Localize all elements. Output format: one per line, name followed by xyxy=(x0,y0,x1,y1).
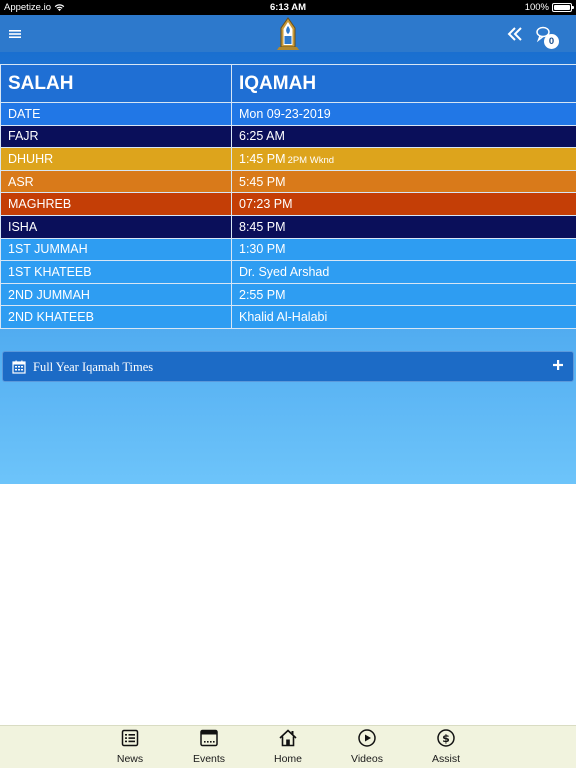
nav-bar: 0 xyxy=(0,15,576,52)
salah-name-cell: 1ST KHATEEB xyxy=(0,260,232,284)
tab-events[interactable]: Events xyxy=(181,726,237,768)
iqamah-time: 1:45 PM xyxy=(239,151,286,166)
table-row: 2ND JUMMAH 2:55 PM xyxy=(0,282,576,307)
iqamah-value-cell: Khalid Al-Halabi xyxy=(231,305,576,329)
mosque-logo-icon xyxy=(277,17,299,50)
home-icon xyxy=(279,729,297,747)
status-time: 6:13 AM xyxy=(269,2,307,13)
status-right: 100% xyxy=(524,2,574,13)
table-row: ASR 5:45 PM xyxy=(0,169,576,194)
hamburger-icon xyxy=(9,30,21,38)
iqamah-value-cell: 8:45 PM xyxy=(231,214,576,239)
iqamah-time: 2:55 PM xyxy=(239,287,286,302)
salah-name-cell: DATE xyxy=(0,102,232,126)
salah-name-cell: ASR xyxy=(0,169,232,194)
iqamah-header: IQAMAH xyxy=(231,64,576,103)
iqamah-value-cell: 2:55 PM xyxy=(231,282,576,307)
calendar-icon xyxy=(12,360,26,374)
salah-table-body: DATE Mon 09-23-2019 FAJR 6:25 AM DHUHR 1:45 P… xyxy=(0,102,576,329)
table-row: 1ST KHATEEB Dr. Syed Arshad xyxy=(0,260,576,284)
tab-news[interactable]: News xyxy=(102,726,158,768)
table-row: 2ND KHATEEB Khalid Al-Halabi xyxy=(0,305,576,329)
salah-times-table: SALAH IQAMAH DATE Mon 09-23-2019 FAJR 6:25 … xyxy=(0,64,576,329)
full-year-iqamah-accordion[interactable]: Full Year Iqamah Times xyxy=(2,351,574,382)
tab-label-videos: Videos xyxy=(351,753,383,765)
iqamah-value-cell: 1:30 PM xyxy=(231,237,576,262)
iqamah-value-cell: Mon 09-23-2019 xyxy=(231,102,576,126)
tab-label-home: Home xyxy=(273,753,302,765)
iqamah-time: 07:23 PM xyxy=(239,197,293,212)
iqamah-time: Khalid Al-Halabi xyxy=(239,310,328,325)
tab-label-assist: Assist xyxy=(431,753,460,765)
iqamah-time: 1:30 PM xyxy=(239,242,286,257)
table-header-row: SALAH IQAMAH xyxy=(0,64,576,103)
salah-name-cell: 2ND JUMMAH xyxy=(0,282,232,307)
tab-videos[interactable]: Videos xyxy=(339,726,395,768)
salah-name-cell: FAJR xyxy=(0,124,232,149)
notification-badge: 0 xyxy=(544,34,559,49)
accordion-title: Full Year Iqamah Times xyxy=(33,360,154,374)
salah-name-cell: 2ND KHATEEB xyxy=(0,305,232,329)
double-chevron-left-icon xyxy=(507,27,522,41)
table-row: FAJR 6:25 AM xyxy=(0,124,576,149)
salah-header: SALAH xyxy=(0,64,232,103)
plus-icon xyxy=(553,360,563,370)
table-row: MAGHREB 07:23 PM xyxy=(0,192,576,216)
tab-assist[interactable]: $ Assist xyxy=(418,726,474,768)
tab-label-news: News xyxy=(116,753,144,765)
dollar-icon: $ xyxy=(437,729,455,747)
play-icon xyxy=(358,729,376,747)
iqamah-time: Mon 09-23-2019 xyxy=(239,106,331,121)
main-content: SALAH IQAMAH DATE Mon 09-23-2019 FAJR 6:25 … xyxy=(0,52,576,484)
iqamah-value-cell: 07:23 PM xyxy=(231,192,576,216)
iqamah-time: 5:45 PM xyxy=(239,174,286,189)
back-button[interactable] xyxy=(504,23,526,45)
news-icon xyxy=(121,729,139,747)
salah-name-cell: ISHA xyxy=(0,214,232,239)
svg-text:$: $ xyxy=(442,732,450,745)
calendar-icon xyxy=(200,729,218,747)
iqamah-value-cell: 6:25 AM xyxy=(231,124,576,149)
tab-home[interactable]: Home xyxy=(260,726,316,768)
table-row: 1ST JUMMAH 1:30 PM xyxy=(0,237,576,262)
salah-name-cell: MAGHREB xyxy=(0,192,232,216)
salah-name-cell: 1ST JUMMAH xyxy=(0,237,232,262)
status-bar: Appetize.io 6:13 AM 100% xyxy=(0,0,576,15)
iqamah-time: 6:25 AM xyxy=(239,129,285,144)
salah-name-cell: DHUHR xyxy=(0,147,232,171)
iqamah-time: 8:45 PM xyxy=(239,219,286,234)
weekend-note: 2PM Wknd xyxy=(287,154,335,166)
iqamah-value-cell: 5:45 PM xyxy=(231,169,576,194)
battery-icon xyxy=(552,3,574,12)
table-row: DATE Mon 09-23-2019 xyxy=(0,102,576,126)
iqamah-time: Dr. Syed Arshad xyxy=(239,264,330,279)
tab-label-events: Events xyxy=(192,753,226,765)
table-row: ISHA 8:45 PM xyxy=(0,214,576,239)
table-row: DHUHR 1:45 PM 2PM Wknd xyxy=(0,147,576,171)
battery-percent: 100% xyxy=(524,2,549,13)
iqamah-value-cell: 1:45 PM 2PM Wknd xyxy=(231,147,576,171)
menu-button[interactable] xyxy=(4,23,26,45)
tab-bar: News Events Home Videos $ Assist xyxy=(0,725,576,768)
battery-level xyxy=(554,5,570,10)
iqamah-value-cell: Dr. Syed Arshad xyxy=(231,260,576,284)
